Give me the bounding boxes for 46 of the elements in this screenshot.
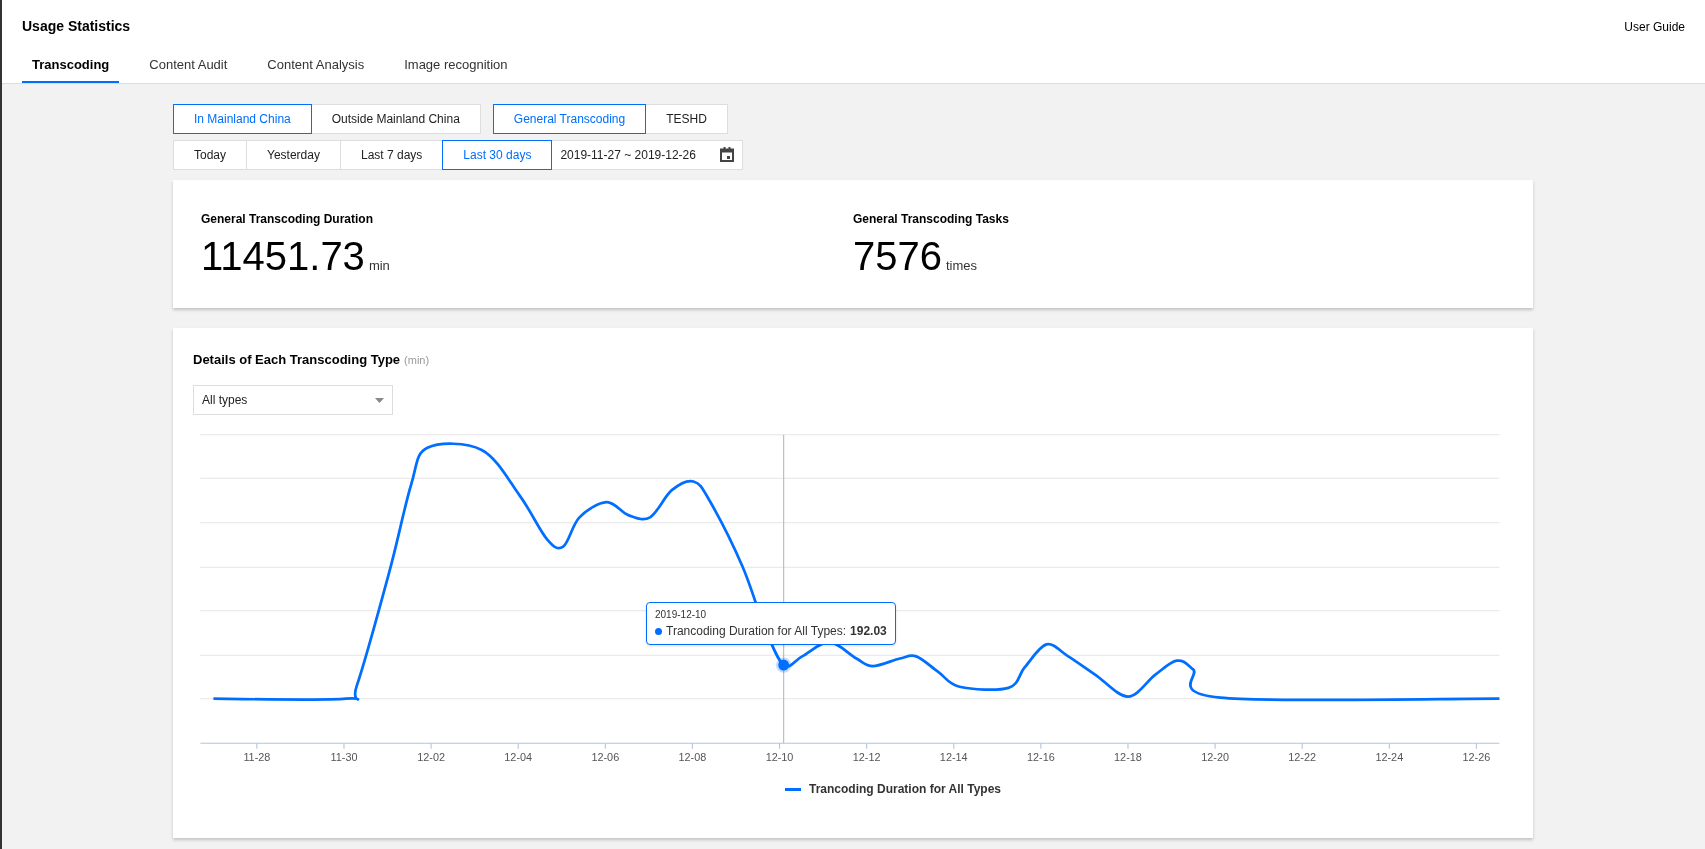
user-guide-link[interactable]: User Guide xyxy=(1624,17,1685,36)
x-tick-label: 11-30 xyxy=(330,750,358,763)
tab[interactable]: Image recognition xyxy=(394,55,518,83)
calendar-icon xyxy=(719,147,734,162)
chart-title: Details of Each Transcoding Type xyxy=(193,350,401,369)
x-tick-label: 12-06 xyxy=(591,750,620,763)
segment-button[interactable]: Yesterday xyxy=(246,139,341,170)
dropdown-caret-icon xyxy=(375,397,384,403)
tooltip-value: 192.03 xyxy=(850,623,887,640)
x-tick-label: 12-24 xyxy=(1375,750,1404,763)
segment-button[interactable]: In Mainland China xyxy=(173,103,312,134)
data-point-marker xyxy=(776,657,792,673)
x-tick-label: 12-14 xyxy=(939,750,968,763)
segment-button[interactable]: Last 30 days xyxy=(442,139,553,170)
tab[interactable]: Content Analysis xyxy=(257,55,375,83)
segment-button[interactable]: TESHD xyxy=(645,103,728,134)
stat-title: General Transcoding Duration xyxy=(201,210,375,228)
type-select[interactable]: All types xyxy=(193,385,393,415)
x-tick-label: 12-08 xyxy=(678,750,707,763)
date-range-field[interactable]: 2019-11-27 ~ 2019-12-26 xyxy=(551,139,743,170)
stat-unit: min xyxy=(368,256,390,275)
segment-button[interactable]: General Transcoding xyxy=(492,103,647,134)
x-tick-label: 12-20 xyxy=(1201,750,1229,763)
x-tick-label: 12-10 xyxy=(765,750,794,763)
x-tick-label: 12-18 xyxy=(1114,750,1142,763)
segment-button[interactable]: Outside Mainland China xyxy=(310,103,481,134)
x-tick-label: 12-22 xyxy=(1288,750,1317,763)
x-tick-label: 12-26 xyxy=(1462,750,1491,763)
segment-button[interactable]: Today xyxy=(173,139,248,170)
x-tick-label: 12-12 xyxy=(852,750,881,763)
legend-label[interactable]: Trancoding Duration for All Types xyxy=(809,780,1001,798)
stat-unit: times xyxy=(946,256,978,275)
tooltip-date: 2019-12-10 xyxy=(655,608,708,622)
stat-title: General Transcoding Tasks xyxy=(853,210,1010,228)
stat-value: 7576 xyxy=(853,235,942,276)
tab[interactable]: Transcoding xyxy=(22,55,120,83)
stat-value: 11451.73 xyxy=(201,235,365,276)
tooltip-label: Trancoding Duration for All Types: xyxy=(666,623,847,640)
tab[interactable]: Content Audit xyxy=(139,55,238,83)
x-tick-label: 11-28 xyxy=(243,750,271,763)
page-title: Usage Statistics xyxy=(22,17,131,36)
x-tick-label: 12-02 xyxy=(417,750,445,763)
x-tick-label: 12-16 xyxy=(1026,750,1055,763)
segment-button[interactable]: Last 7 days xyxy=(339,139,444,170)
chart-unit: (min) xyxy=(404,352,430,368)
x-tick-label: 12-04 xyxy=(504,750,533,763)
